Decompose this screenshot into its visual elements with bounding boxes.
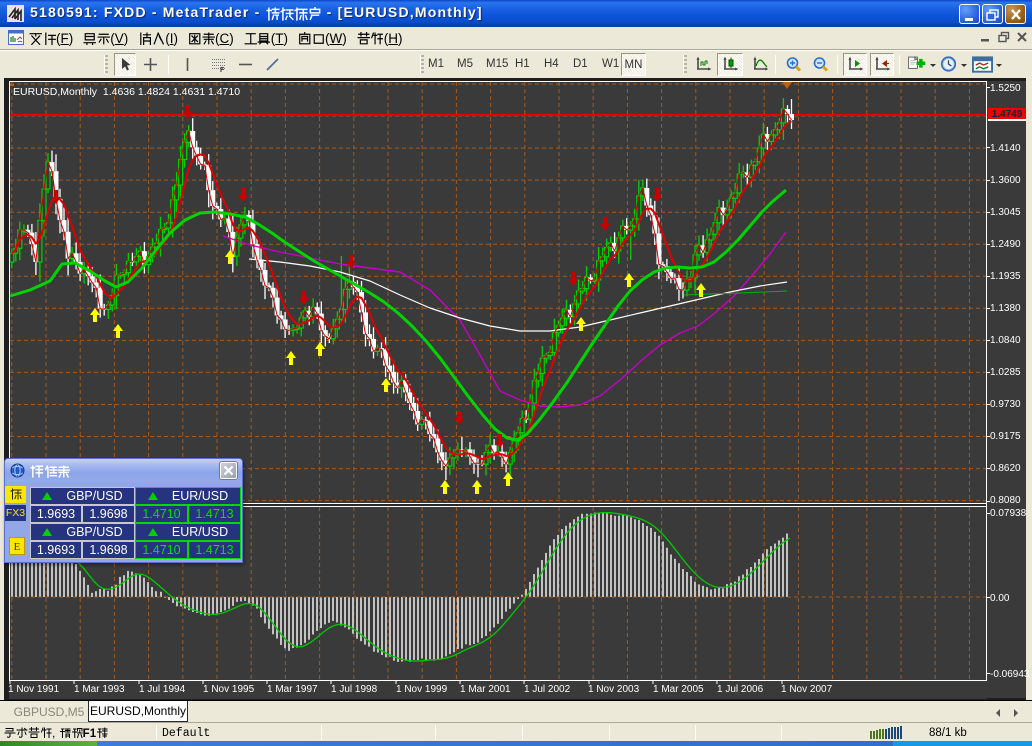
svg-text:F: F	[220, 67, 225, 73]
